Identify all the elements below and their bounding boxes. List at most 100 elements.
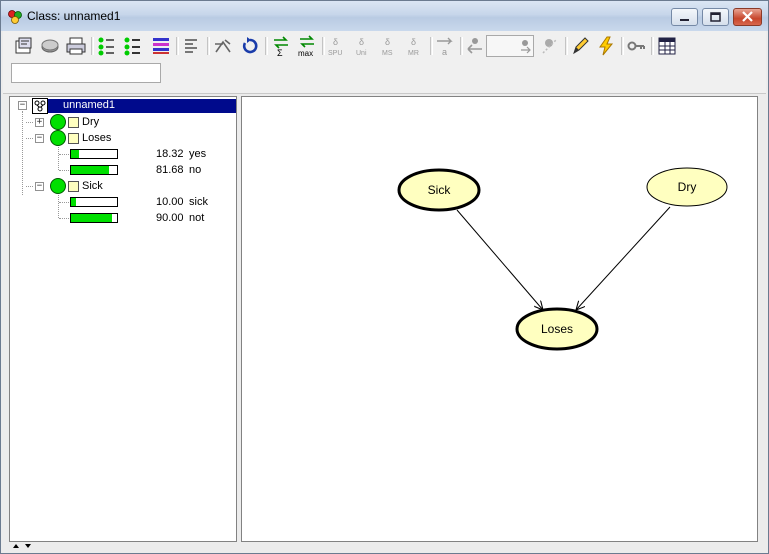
value-of-info-icon[interactable]: a (434, 35, 456, 57)
network-graph-pane[interactable]: Sick Dry Loses (241, 96, 758, 542)
tree-node-label: Loses (82, 132, 112, 144)
window-title: Class: unnamed1 (27, 9, 121, 23)
belief-bar (70, 165, 118, 175)
a-label: a (442, 47, 447, 57)
app-window: Class: unnamed1 Σ max δ SPU δ Uni δ MS δ MR (0, 0, 769, 554)
spu-label: SPU (328, 50, 342, 57)
expand-toggle[interactable]: + (35, 118, 44, 127)
tree-line (58, 145, 59, 170)
state-value: 10.00 (156, 196, 184, 208)
pencil-icon[interactable] (569, 35, 591, 57)
mr-icon[interactable]: δ MR (404, 35, 426, 57)
node-list-icon[interactable] (150, 35, 172, 57)
scroll-arrows-icon[interactable] (11, 542, 33, 550)
collapse-all-icon[interactable] (122, 35, 144, 57)
collapse-toggle[interactable]: − (35, 134, 44, 143)
uni-label: Uni (356, 50, 367, 57)
state-name: not (189, 212, 205, 224)
tree-line (26, 122, 33, 123)
graph-node-label: Loses (541, 322, 573, 336)
compile-icon[interactable] (39, 35, 61, 57)
print-icon[interactable] (65, 35, 87, 57)
tree-line (59, 202, 69, 203)
title-bar[interactable]: Class: unnamed1 (1, 1, 768, 31)
chance-node-icon (68, 133, 79, 144)
node-tree-pane[interactable]: − unnamed1 + Dry − Loses 18.32 yes 81.68… (9, 96, 237, 542)
mr-label: MR (408, 50, 419, 57)
toolbar-separator (565, 37, 568, 55)
zoom-box[interactable] (486, 35, 534, 57)
key-icon[interactable] (625, 35, 647, 57)
uni-icon[interactable]: δ Uni (352, 35, 374, 57)
search-input[interactable] (11, 63, 161, 83)
belief-bar (70, 213, 118, 223)
properties-icon[interactable] (13, 35, 35, 57)
toolbar-separator (322, 37, 325, 55)
max-label: max (298, 49, 313, 57)
state-name: sick (189, 196, 208, 208)
belief-bar (70, 197, 118, 207)
state-name: no (189, 164, 202, 176)
state-name: yes (189, 148, 207, 160)
zoom-slider-icon (521, 40, 531, 54)
close-button[interactable] (733, 8, 762, 26)
node-status-dot (50, 114, 66, 130)
graph-node-label: Dry (678, 180, 697, 194)
minimize-icon (680, 19, 689, 21)
tree-line (22, 111, 23, 195)
max-propagate-icon[interactable]: max (296, 35, 318, 57)
toolbar-separator (460, 37, 463, 55)
edge-sick-loses[interactable] (456, 209, 543, 310)
toolbar-separator (176, 37, 179, 55)
node-status-dot (50, 130, 66, 146)
sum-propagate-icon[interactable]: Σ (270, 35, 292, 57)
tree-line (59, 218, 69, 219)
tree-line (26, 138, 33, 139)
collapse-toggle[interactable]: − (35, 182, 44, 191)
edge-dry-loses[interactable] (576, 206, 671, 310)
belief-bar (70, 149, 118, 159)
app-icon (8, 10, 22, 24)
svg-text:δ: δ (359, 37, 364, 47)
graph-node-dry[interactable]: Dry (646, 167, 728, 207)
close-icon (742, 11, 753, 22)
maximize-icon (710, 12, 721, 22)
toolbar-separator (91, 37, 94, 55)
belief-bar-fill (71, 198, 76, 206)
state-value: 81.68 (156, 164, 184, 176)
root-collapse-toggle[interactable]: − (18, 101, 27, 110)
tree-line (26, 186, 33, 187)
expand-all-icon[interactable] (96, 35, 118, 57)
graph-node-sick[interactable]: Sick (397, 168, 481, 212)
svg-text:δ: δ (385, 37, 390, 47)
maximize-button[interactable] (702, 8, 729, 26)
toolbar-separator (265, 37, 268, 55)
root-node-label: unnamed1 (63, 99, 115, 111)
propagate-icon[interactable] (212, 35, 234, 57)
state-value: 90.00 (156, 212, 184, 224)
belief-bar-fill (71, 214, 113, 222)
toolbar-separator (621, 37, 624, 55)
graph-node-label: Sick (428, 183, 452, 197)
back-icon[interactable] (464, 35, 486, 57)
svg-text:δ: δ (333, 37, 338, 47)
state-value: 18.32 (156, 148, 184, 160)
tree-line (59, 154, 69, 155)
table-icon[interactable] (656, 35, 678, 57)
tree-line (58, 193, 59, 218)
align-icon[interactable] (181, 35, 203, 57)
spu-icon[interactable]: δ SPU (326, 35, 348, 57)
tree-line (59, 170, 69, 171)
toolbar-separator (430, 37, 433, 55)
tree-node-label: Sick (82, 180, 103, 192)
ms-icon[interactable]: δ MS (378, 35, 400, 57)
network-graph[interactable]: Sick Dry Loses (242, 97, 757, 541)
svg-text:Σ: Σ (277, 48, 283, 57)
minimize-button[interactable] (671, 8, 698, 26)
reset-icon[interactable] (239, 35, 261, 57)
node-status-dot (50, 178, 66, 194)
lightning-icon[interactable] (595, 35, 617, 57)
graph-node-loses[interactable]: Loses (515, 307, 599, 351)
toolbar: Σ max δ SPU δ Uni δ MS δ MR a (3, 31, 766, 94)
forward-icon[interactable] (539, 35, 561, 57)
